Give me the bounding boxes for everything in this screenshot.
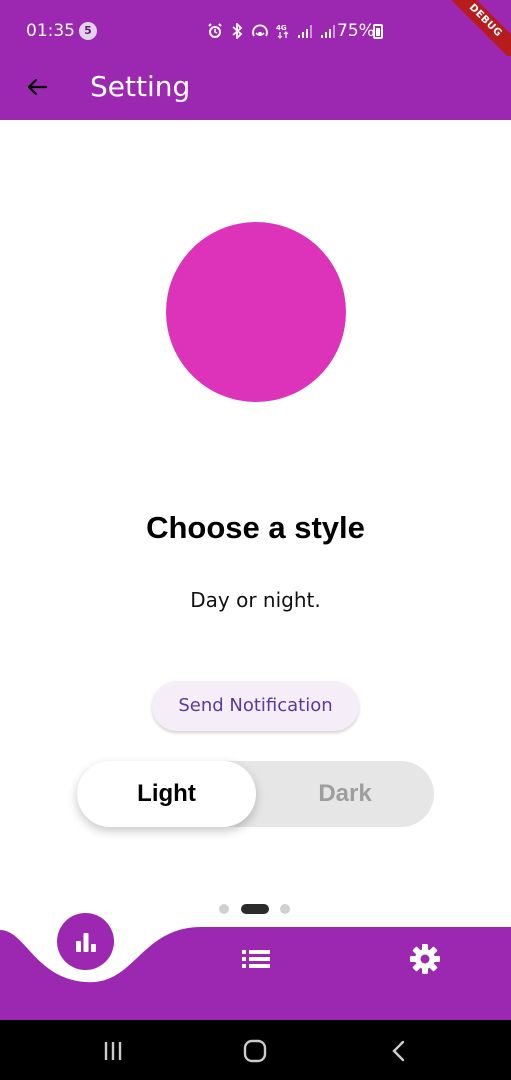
hotspot-icon xyxy=(252,24,268,37)
status-icons: 4G xyxy=(207,22,336,40)
theme-option-dark[interactable]: Dark xyxy=(256,761,434,827)
back-button[interactable] xyxy=(20,70,54,104)
status-time: 01:35 xyxy=(26,21,75,41)
recents-icon xyxy=(104,1042,122,1060)
back-icon xyxy=(392,1040,405,1062)
bottom-navigation-bar xyxy=(0,900,511,1020)
list-icon xyxy=(242,950,270,968)
notification-count-badge: 5 xyxy=(79,22,97,40)
bar-chart-icon xyxy=(75,932,96,952)
theme-option-light[interactable]: Light xyxy=(77,761,256,827)
battery-percentage: 75% xyxy=(337,21,375,41)
back-nav-button[interactable] xyxy=(384,1038,414,1064)
page-title: Setting xyxy=(90,70,191,103)
app-bar: Setting xyxy=(0,56,511,120)
send-notification-button[interactable]: Send Notification xyxy=(152,681,359,731)
signal-icon xyxy=(321,25,335,38)
recents-button[interactable] xyxy=(98,1038,128,1064)
signal-icon xyxy=(298,25,312,38)
data-4g-icon: 4G xyxy=(276,24,289,39)
nav-item-settings[interactable] xyxy=(405,940,445,978)
system-navigation-bar xyxy=(0,1020,511,1080)
settings-gear-icon xyxy=(410,944,440,974)
onboarding-subtitle: Day or night. xyxy=(190,588,321,612)
status-bar: 01:35 5 4G 75% DEBUG xyxy=(0,0,511,70)
bluetooth-icon xyxy=(232,23,243,39)
theme-toggle[interactable]: Dark Light xyxy=(77,761,434,827)
alarm-icon xyxy=(208,23,222,38)
arrow-back-icon xyxy=(27,78,48,96)
nav-item-list[interactable] xyxy=(236,944,276,974)
nav-item-stats[interactable] xyxy=(57,913,114,970)
battery-icon xyxy=(373,24,383,39)
onboarding-heading: Choose a style xyxy=(146,510,365,545)
home-icon xyxy=(243,1039,267,1063)
style-preview-circle xyxy=(166,222,346,402)
home-button[interactable] xyxy=(240,1038,270,1064)
svg-text:4G: 4G xyxy=(276,24,287,32)
